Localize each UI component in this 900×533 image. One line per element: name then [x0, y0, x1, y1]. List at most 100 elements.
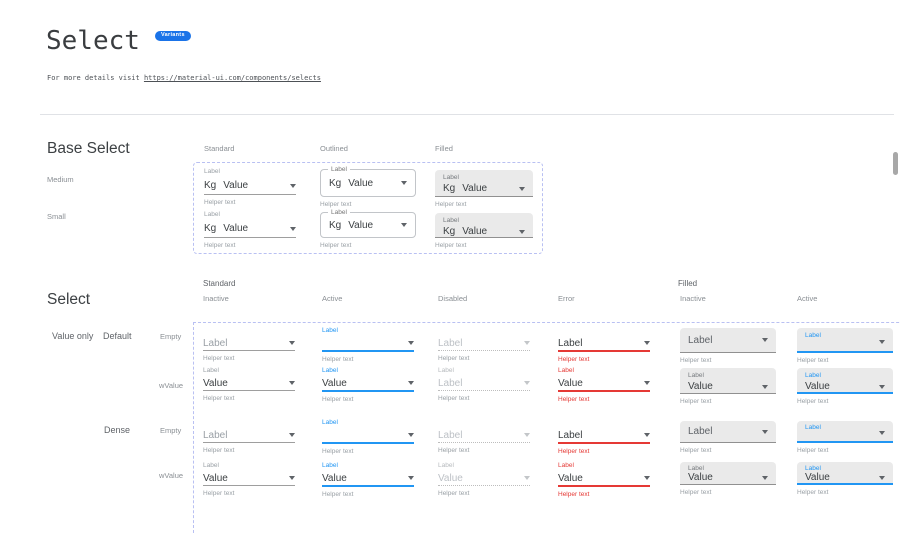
select-control[interactable]: Value: [203, 376, 295, 391]
select-control[interactable]: Value: [322, 471, 414, 487]
group-header-standard: Standard: [203, 279, 235, 288]
field-standard-error-dense-wvalue: Label Value Helper text: [558, 461, 650, 498]
helper-text: Helper text: [203, 355, 295, 362]
select-control[interactable]: KgValue: [204, 177, 296, 195]
dropdown-arrow-icon: [519, 187, 525, 191]
field-standard-inactive-wvalue: Label Value Helper text: [203, 366, 295, 402]
select-control[interactable]: Label: [558, 428, 650, 444]
value-adornment: Kg: [204, 180, 216, 191]
field-standard-error-empty: Label Helper text: [558, 326, 650, 363]
field-standard-inactive-dense-empty: Label Helper text: [203, 418, 295, 454]
select-control[interactable]: Value: [322, 376, 414, 392]
select-value: Value: [688, 381, 713, 392]
select-control: Label: [438, 336, 530, 351]
field-filled-active-dense-empty: Label Helper text: [797, 421, 893, 454]
field-label: Label: [438, 366, 530, 376]
dropdown-arrow-icon: [408, 433, 414, 437]
helper-text: Helper text: [322, 491, 414, 498]
column-header-inactive: Inactive: [203, 294, 229, 303]
select-value: Value: [805, 472, 830, 483]
select-control: Value: [438, 471, 530, 486]
select-control[interactable]: Label: [203, 428, 295, 443]
field-standard-active-dense-wvalue: Label Value Helper text: [322, 461, 414, 498]
field-label: Label: [805, 328, 885, 340]
select-control[interactable]: Label: [203, 336, 295, 351]
field-label: Label: [688, 462, 768, 472]
field-outlined-medium: Label KgValue Helper text: [320, 169, 416, 208]
field-standard-disabled-empty: Label Helper text: [438, 326, 530, 362]
value-text: Value: [223, 223, 248, 234]
dropdown-arrow-icon: [289, 341, 295, 345]
docs-link[interactable]: https://material-ui.com/components/selec…: [144, 74, 321, 82]
column-header-active: Active: [322, 294, 342, 303]
helper-text: Helper text: [438, 395, 530, 402]
row-label-medium: Medium: [47, 175, 74, 184]
select-control[interactable]: KgValue: [204, 220, 296, 238]
select-control[interactable]: Label Value: [680, 368, 776, 394]
field-filled-inactive-empty: Label Helper text: [680, 328, 776, 364]
label-spacer: [203, 326, 295, 336]
field-standard-error-wvalue: Label Value Helper text: [558, 366, 650, 403]
helper-text: Helper text: [204, 199, 296, 206]
select-control[interactable]: Value: [203, 471, 295, 486]
select-control[interactable]: Label: [680, 421, 776, 443]
helper-text: Helper text: [435, 242, 533, 249]
helper-text: Helper text: [203, 395, 295, 402]
value-adornment: Kg: [329, 220, 341, 231]
field-label: Label: [204, 210, 296, 220]
value-row: KgValue: [443, 225, 525, 238]
select-control[interactable]: Label: [797, 328, 893, 353]
field-filled-small: Label KgValue Helper text: [435, 213, 533, 249]
row-label-dense-wvalue: wValue: [159, 471, 183, 480]
helper-text: Helper text: [797, 447, 893, 454]
column-header-filled-inactive: Inactive: [680, 294, 706, 303]
select-control[interactable]: Value: [558, 471, 650, 487]
select-control[interactable]: Label: [680, 328, 776, 353]
dropdown-arrow-icon: [408, 341, 414, 345]
select-control[interactable]: Label: [797, 421, 893, 443]
row-label-dense-empty: Empty: [160, 426, 181, 435]
label-spacer: [558, 326, 650, 336]
label-spacer: [438, 326, 530, 336]
select-control[interactable]: Label KgValue: [435, 170, 533, 197]
row-label-wvalue: wValue: [159, 381, 183, 390]
page: { "colors": { "accent_blue": "#2196f3", …: [0, 0, 900, 494]
field-standard-active-dense-empty: Label Helper text: [322, 418, 414, 455]
dropdown-arrow-icon: [879, 476, 885, 480]
dropdown-arrow-icon: [762, 385, 768, 389]
dropdown-arrow-icon: [290, 227, 296, 231]
field-label: Label: [688, 368, 768, 380]
scrollbar-thumb[interactable]: [893, 152, 898, 175]
select-control[interactable]: Label KgValue: [435, 213, 533, 238]
value-text: Value: [348, 220, 373, 231]
field-label: Label: [203, 366, 295, 376]
dropdown-arrow-icon: [762, 338, 768, 342]
select-control[interactable]: Label KgValue: [320, 169, 416, 197]
subtitle: For more details visit https://material-…: [47, 74, 321, 82]
dropdown-arrow-icon: [879, 340, 885, 344]
select-value: KgValue: [443, 183, 487, 194]
value-adornment: Kg: [329, 178, 341, 189]
dropdown-arrow-icon: [644, 381, 650, 385]
select-control[interactable]: Label Value: [797, 462, 893, 485]
field-label: Label: [805, 421, 885, 431]
select-control: Label: [438, 376, 530, 391]
field-filled-medium: Label KgValue Helper text: [435, 170, 533, 208]
field-label: Label: [558, 461, 650, 471]
select-control[interactable]: Label Value: [680, 462, 776, 485]
select-control[interactable]: Value: [558, 376, 650, 392]
dropdown-arrow-icon: [524, 341, 530, 345]
select-control[interactable]: Label Value: [797, 368, 893, 394]
field-filled-active-wvalue: Label Value Helper text: [797, 368, 893, 405]
dropdown-arrow-icon: [408, 476, 414, 480]
select-control[interactable]: [322, 428, 414, 444]
label-spacer: [438, 418, 530, 428]
select-control[interactable]: Label: [558, 336, 650, 352]
helper-text: Helper text: [322, 448, 414, 455]
select-value: Label: [558, 338, 582, 349]
select-control[interactable]: Label KgValue: [320, 212, 416, 238]
helper-text: Helper text: [204, 242, 296, 249]
helper-text: Helper text: [322, 396, 414, 403]
field-label: Label: [443, 170, 525, 182]
select-control[interactable]: [322, 336, 414, 352]
